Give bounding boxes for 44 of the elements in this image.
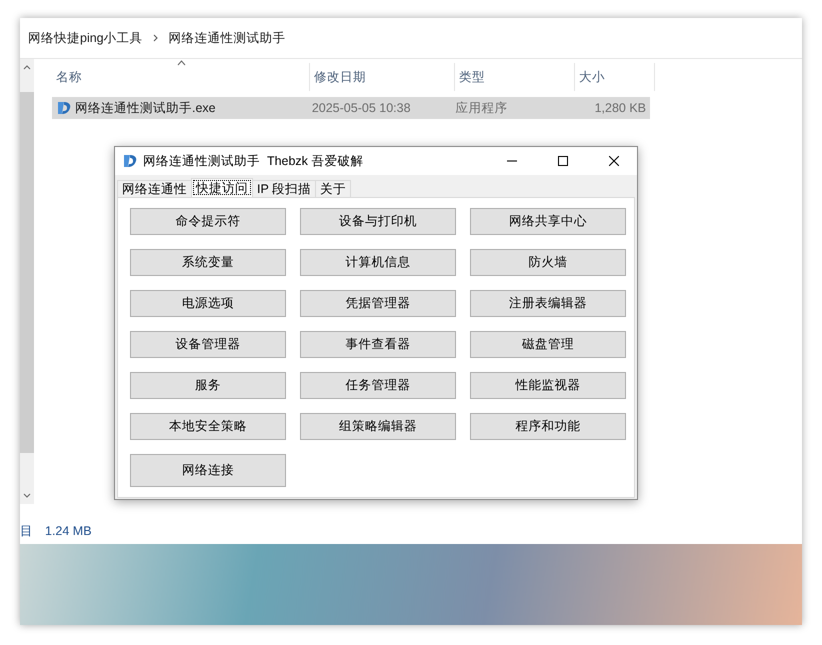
file-size: 1,280 KB [594, 101, 647, 115]
maximize-icon [558, 156, 568, 166]
file-type: 应用程序 [454, 100, 509, 116]
tab[interactable]: 快捷访问 [191, 178, 253, 197]
breadcrumb-item[interactable]: 网络快捷ping小工具 [28, 30, 143, 46]
shortcut-button[interactable]: 服务 [130, 372, 286, 399]
shortcut-button[interactable]: 事件查看器 [300, 331, 456, 358]
app-icon [56, 101, 72, 115]
shortcut-button[interactable]: 网络共享中心 [470, 208, 626, 235]
status-item-count: 目 [20, 522, 33, 540]
chevron-icon [152, 34, 159, 42]
tab[interactable]: 网络连通性 [117, 180, 192, 197]
column-header[interactable]: 名称 [56, 68, 82, 86]
sort-caret-icon [176, 60, 186, 66]
column-header[interactable]: 大小 [579, 68, 605, 86]
shortcut-button[interactable]: 网络连接 [130, 454, 286, 487]
window-title: 网络连通性测试助手 Thebzk 吾爱破解 [143, 152, 364, 170]
shortcut-button[interactable]: 计算机信息 [300, 249, 456, 276]
tab[interactable]: IP 段扫描 [252, 180, 316, 197]
shortcut-button[interactable]: 命令提示符 [130, 208, 286, 235]
shortcut-button[interactable]: 注册表编辑器 [470, 290, 626, 317]
shortcut-button[interactable]: 性能监视器 [470, 372, 626, 399]
shortcut-button[interactable]: 设备与打印机 [300, 208, 456, 235]
file-date: 2025-05-05 10:38 [310, 101, 412, 115]
file-name: 网络连通性测试助手.exe [75, 100, 216, 116]
shortcut-button[interactable]: 磁盘管理 [470, 331, 626, 358]
shortcut-button[interactable]: 凭据管理器 [300, 290, 456, 317]
shortcut-button[interactable]: 电源选项 [130, 290, 286, 317]
status-size: 1.24 MB [45, 524, 92, 538]
tab[interactable]: 关于 [315, 180, 352, 197]
column-header[interactable]: 类型 [459, 68, 485, 86]
file-row[interactable]: 网络连通性测试助手.exe 2025-05-05 10:38 应用程序 1,280 KB [52, 97, 650, 119]
shortcut-button[interactable]: 组策略编辑器 [300, 413, 456, 440]
vertical-scrollbar[interactable] [20, 59, 34, 504]
shortcut-button[interactable]: 防火墙 [470, 249, 626, 276]
breadcrumb-item[interactable]: 网络连通性测试助手 [168, 30, 286, 46]
close-icon [609, 156, 619, 166]
shortcut-button[interactable]: 本地安全策略 [130, 413, 286, 440]
shortcut-button[interactable]: 设备管理器 [130, 331, 286, 358]
column-header[interactable]: 修改日期 [314, 68, 366, 86]
app-icon [122, 154, 138, 168]
shortcut-button[interactable]: 程序和功能 [470, 413, 626, 440]
shortcut-button[interactable]: 任务管理器 [300, 372, 456, 399]
shortcut-button[interactable]: 系统变量 [130, 249, 286, 276]
